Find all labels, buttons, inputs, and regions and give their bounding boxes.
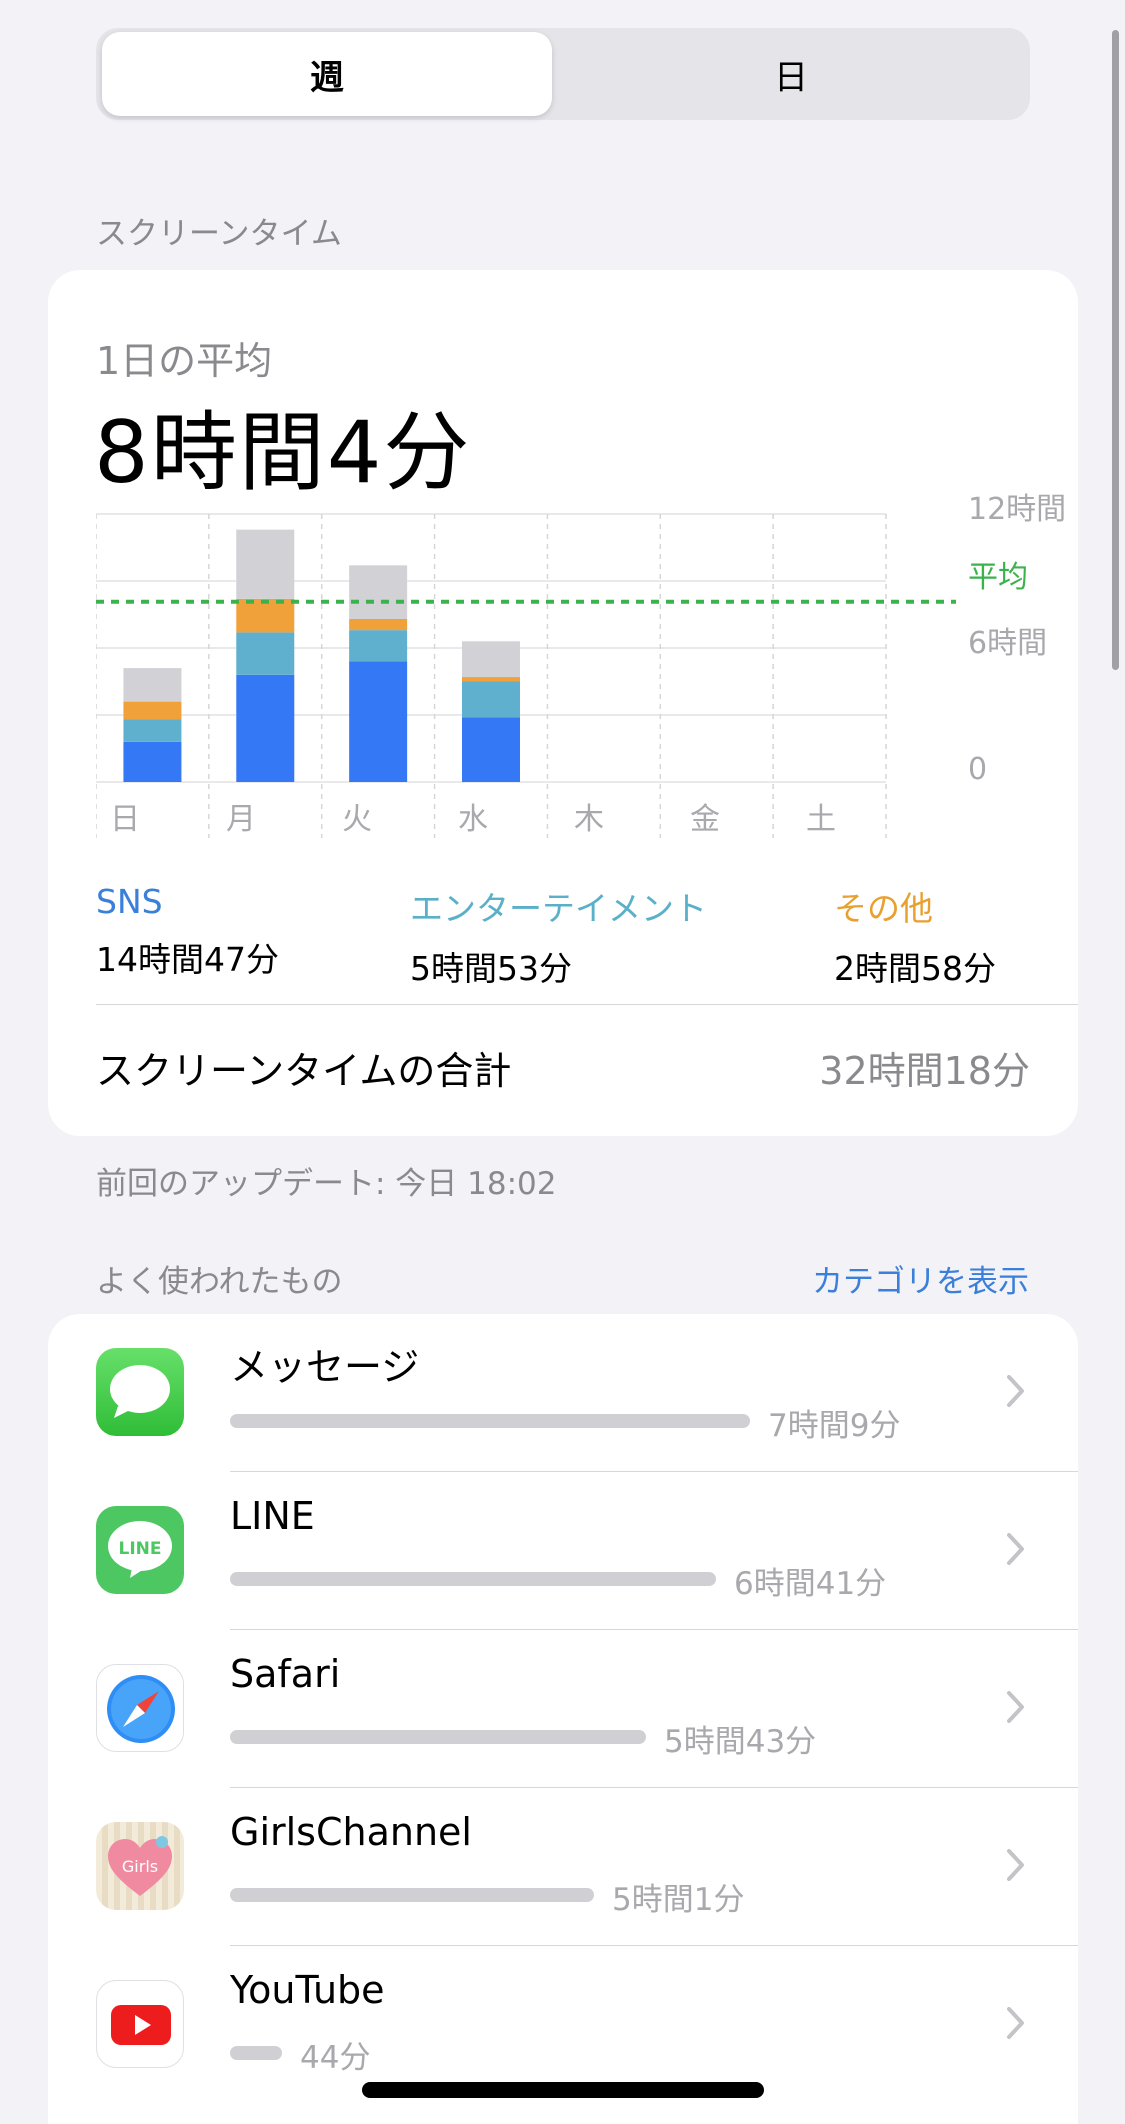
- usage-time: 5時間1分: [612, 1882, 745, 1918]
- x-label-wed: 水: [458, 802, 488, 837]
- x-label-sat: 土: [806, 802, 836, 837]
- daily-average-value: 8時間4分: [94, 403, 472, 503]
- bar-segment: [123, 668, 182, 702]
- total-screen-time-label: スクリーンタイムの合計: [96, 1049, 512, 1093]
- app-name: LINE: [230, 1494, 315, 1538]
- chevron-right-icon: [1007, 1691, 1024, 1723]
- bar-segment: [236, 674, 295, 782]
- app-row-girlschannel[interactable]: Girls GirlsChannel 5時間1分: [48, 1788, 1078, 1946]
- bar-segment: [236, 598, 295, 633]
- girlschannel-icon: Girls: [96, 1822, 184, 1910]
- legend-other-value: 2時間58分: [834, 949, 996, 988]
- screen-time-header: スクリーンタイム: [96, 216, 342, 252]
- last-update-text: 前回のアップデート: 今日 18:02: [96, 1166, 557, 1202]
- app-name: Safari: [230, 1652, 341, 1696]
- total-screen-time-value: 32時間18分: [819, 1049, 1030, 1093]
- usage-time: 7時間9分: [768, 1408, 901, 1444]
- show-categories-link[interactable]: カテゴリを表示: [812, 1256, 1029, 1301]
- chevron-right-icon: [1007, 1375, 1024, 1407]
- daily-average-label: 1日の平均: [96, 339, 273, 383]
- usage-time: 5時間43分: [664, 1724, 817, 1760]
- usage-time: 6時間41分: [734, 1566, 887, 1602]
- chevron-right-icon: [1007, 1849, 1024, 1881]
- bar-segment: [123, 719, 182, 742]
- segment-day[interactable]: 日: [656, 32, 926, 116]
- usage-bar: [230, 1730, 646, 1744]
- bar-segment: [462, 641, 520, 678]
- bar-segment: [462, 681, 520, 718]
- x-label-sun: 日: [110, 802, 140, 837]
- x-label-fri: 金: [690, 802, 720, 837]
- most-used-list: メッセージ 7時間9分 LINE LINE 6時間41分 Safari 5時間4…: [48, 1314, 1078, 2124]
- youtube-icon: [96, 1980, 184, 2068]
- most-used-header: よく使われたもの: [96, 1264, 343, 1300]
- summary-card[interactable]: 1日の平均 8時間4分 12時間 平均 6時間 0 日 月 火 水 木 金 土 …: [48, 270, 1078, 1136]
- bar-segment: [123, 701, 182, 720]
- app-name: GirlsChannel: [230, 1810, 472, 1854]
- legend-other: その他 2時間58分: [834, 882, 996, 990]
- line-icon: LINE: [96, 1506, 184, 1594]
- usage-bar: [230, 1414, 750, 1428]
- legend-other-name: その他: [834, 889, 933, 928]
- period-segmented-control: 週 日: [96, 28, 1030, 120]
- scroll-indicator: [1112, 30, 1119, 670]
- legend-sns-value: 14時間47分: [96, 940, 279, 979]
- home-indicator[interactable]: [362, 2082, 764, 2098]
- svg-text:LINE: LINE: [119, 1539, 162, 1559]
- bar-segment: [349, 630, 408, 662]
- bar-segment: [462, 717, 520, 782]
- segment-week[interactable]: 週: [102, 32, 552, 116]
- y-tick-12h: 12時間: [968, 492, 1067, 527]
- y-tick-0: 0: [968, 752, 988, 787]
- chevron-right-icon: [1007, 1533, 1024, 1565]
- safari-icon: [96, 1664, 184, 1752]
- bar-segment: [462, 677, 520, 682]
- messages-icon: [96, 1348, 184, 1436]
- legend-entertainment-name: エンターテイメント: [410, 889, 707, 928]
- app-name: メッセージ: [230, 1345, 420, 1389]
- chevron-right-icon: [1007, 2007, 1024, 2039]
- card-divider: [96, 1004, 1078, 1005]
- legend-sns-name: SNS: [96, 882, 163, 921]
- bar-segment: [349, 618, 408, 631]
- usage-bar: [230, 1888, 594, 1902]
- girlschannel-icon-text: Girls: [122, 1857, 158, 1876]
- x-label-tue: 火: [342, 802, 372, 837]
- app-row-safari[interactable]: Safari 5時間43分: [48, 1630, 1078, 1788]
- app-row-messages[interactable]: メッセージ 7時間9分: [48, 1314, 1078, 1472]
- app-row-line[interactable]: LINE LINE 6時間41分: [48, 1472, 1078, 1630]
- legend-entertainment: エンターテイメント 5時間53分: [410, 882, 707, 990]
- usage-time: 44分: [300, 2040, 371, 2076]
- app-row-youtube[interactable]: YouTube 44分: [48, 1946, 1078, 2104]
- x-label-mon: 月: [226, 802, 256, 837]
- weekly-usage-chart[interactable]: 12時間 平均 6時間 0 日 月 火 水 木 金 土: [96, 492, 1076, 846]
- average-line-label: 平均: [968, 560, 1028, 595]
- bar-segment: [349, 661, 408, 782]
- bar-segment: [123, 741, 182, 782]
- x-label-thu: 木: [574, 802, 604, 837]
- legend-sns: SNS 14時間47分: [96, 882, 279, 981]
- bar-segment: [236, 529, 295, 599]
- bar-segment: [236, 632, 295, 675]
- bar-segment: [349, 565, 408, 619]
- app-name: YouTube: [230, 1968, 385, 2012]
- legend-entertainment-value: 5時間53分: [410, 949, 572, 988]
- usage-bar: [230, 2046, 282, 2060]
- usage-bar: [230, 1572, 716, 1586]
- y-tick-6h: 6時間: [968, 626, 1048, 661]
